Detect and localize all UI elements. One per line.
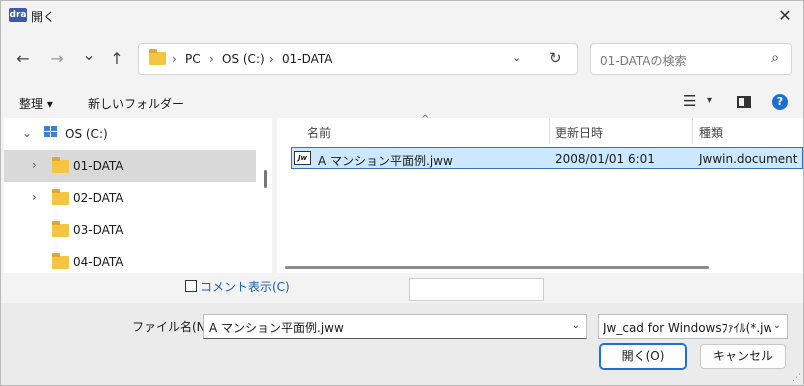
organize-button[interactable]: 整理 ▾ [19,95,53,112]
command-bar: 整理 ▾ 新しいフォルダー ☰ ▾ ? [1,87,803,117]
filename-value[interactable]: A マンション平面例.jww [209,319,344,336]
file-name: A マンション平面例.jww [318,154,453,168]
navigation-pane: ⌄ OS (C:) › 01-DATA › 02-DATA 03-DATA 04 [4,118,272,273]
help-icon[interactable]: ? [772,94,788,110]
breadcrumb-os-c[interactable]: OS (C:) [222,52,265,66]
comment-row: コメント表示(C) [1,273,803,303]
app-icon: dra [9,8,27,22]
folder-icon [52,189,69,205]
up-button[interactable]: ↑ [105,47,129,71]
file-type-select[interactable]: Jw_cad for Windowsﾌｧｲﾙ(*.jww ⌄ [598,314,788,339]
chevron-right-icon[interactable]: › [32,190,37,204]
search-box[interactable]: 01-DATAの検索 ⌕ [590,43,792,75]
comment-field[interactable] [409,278,544,301]
tree-item-02-data[interactable]: › 02-DATA [4,182,256,214]
folder-icon [52,157,69,173]
folder-icon [52,253,69,269]
comment-label[interactable]: コメント表示(C) [200,278,290,295]
open-file-dialog: dra 開く ✕ ← → ⌄ ↑ › PC › OS (C:) › 01-DAT… [0,0,804,386]
recent-locations-button[interactable]: ⌄ [77,43,101,67]
dialog-title: 開く [31,10,56,24]
resize-grip-icon[interactable]: ⋰ [792,373,801,383]
tree-item-03-data[interactable]: 03-DATA [4,214,256,246]
title-bar: dra 開く ✕ [1,1,803,31]
tree-item-label: 01-DATA [73,159,124,173]
file-list-scrollbar[interactable] [277,263,803,273]
file-type: Jwwin.document [699,152,798,166]
jww-file-icon: Jw [294,151,311,165]
chevron-down-icon[interactable]: ▾ [707,95,712,106]
search-icon[interactable]: ⌕ [771,50,779,66]
breadcrumb-01-data[interactable]: 01-DATA [282,52,333,66]
column-date[interactable]: 更新日時 [555,124,603,141]
new-folder-button[interactable]: 新しいフォルダー [88,95,184,112]
sort-ascending-icon: ^ [421,114,430,125]
column-divider[interactable] [549,118,550,144]
tree-item-label: OS (C:) [65,127,108,141]
refresh-icon[interactable]: ↻ [549,49,562,67]
scrollbar-thumb[interactable] [285,266,709,269]
chevron-down-icon[interactable]: ⌄ [572,320,580,331]
column-divider[interactable] [692,118,693,144]
address-bar[interactable]: › PC › OS (C:) › 01-DATA ⌄ ↻ [138,43,578,75]
chevron-right-icon[interactable]: › [32,158,37,172]
close-button[interactable]: ✕ [771,3,799,29]
preview-pane-icon[interactable] [737,96,751,108]
file-date: 2008/01/01 6:01 [555,152,655,166]
tree-scrollbar[interactable] [264,170,267,188]
address-dropdown-icon[interactable]: ⌄ [512,51,521,64]
drive-icon [44,126,60,138]
breadcrumb-pc[interactable]: PC [185,52,201,66]
filename-field[interactable]: A マンション平面例.jww ⌄ [203,314,587,339]
chevron-right-icon: › [209,52,214,66]
view-options-icon[interactable]: ☰ [683,92,696,110]
comment-checkbox[interactable] [185,280,197,292]
search-input[interactable]: 01-DATAの検索 [600,52,687,69]
file-type-value[interactable]: Jw_cad for Windowsﾌｧｲﾙ(*.jww [603,319,771,336]
navigation-bar: ← → ⌄ ↑ › PC › OS (C:) › 01-DATA ⌄ ↻ 01-… [1,31,803,87]
filename-row: ファイル名(N): A マンション平面例.jww ⌄ Jw_cad for Wi… [1,303,803,385]
chevron-right-icon: › [269,52,274,66]
tree-item-label: 02-DATA [73,191,124,205]
chevron-down-icon[interactable]: ⌄ [773,320,781,331]
tree-item-label: 04-DATA [73,255,124,269]
back-button[interactable]: ← [11,47,35,71]
file-row[interactable]: Jw A マンション平面例.jww 2008/01/01 6:01 Jwwin.… [291,147,803,169]
column-type[interactable]: 種類 [699,124,723,141]
file-list: ^ 名前 更新日時 種類 Jw A マンション平面例.jww 2008/01/0… [277,114,803,273]
open-button[interactable]: 開く(O) [599,343,687,370]
forward-button[interactable]: → [45,47,69,71]
tree-item-os-c[interactable]: ⌄ OS (C:) [4,118,256,150]
chevron-right-icon: › [172,52,177,66]
cancel-button[interactable]: キャンセル [700,344,786,369]
tree-item-label: 03-DATA [73,223,124,237]
column-name[interactable]: 名前 [307,124,331,141]
folder-icon [149,49,166,65]
folder-icon [52,221,69,237]
tree-item-01-data[interactable]: › 01-DATA [4,150,256,182]
chevron-down-icon[interactable]: ⌄ [22,126,32,140]
